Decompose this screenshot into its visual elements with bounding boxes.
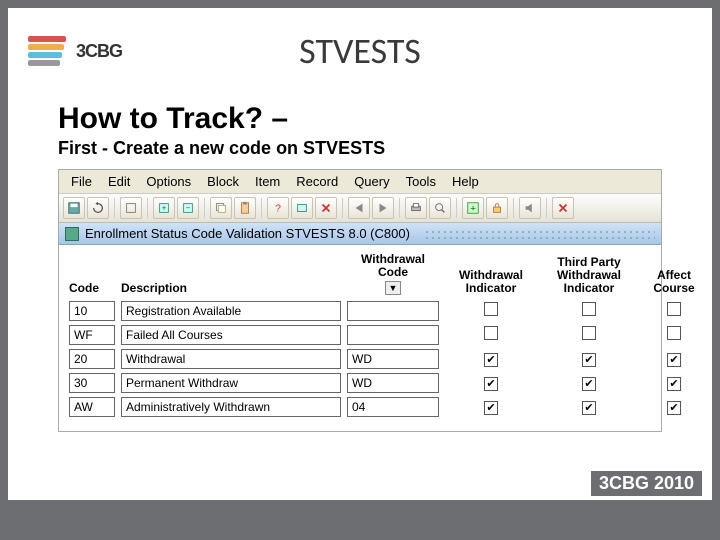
table-row [69, 301, 651, 321]
svg-text:+: + [162, 204, 167, 213]
toolbar: + − ? + [59, 194, 661, 223]
affect-course-checkbox[interactable] [667, 401, 681, 415]
svg-text:?: ? [275, 203, 281, 215]
previous-record-icon[interactable] [348, 197, 370, 219]
save-icon[interactable] [63, 197, 85, 219]
menu-query[interactable]: Query [348, 172, 395, 191]
description-field[interactable] [121, 325, 341, 345]
menu-record[interactable]: Record [290, 172, 344, 191]
lock-icon[interactable] [486, 197, 508, 219]
table-row [69, 373, 651, 393]
grid-area: Code Description Withdrawal Code ▼ Withd… [59, 245, 661, 431]
next-record-icon[interactable] [372, 197, 394, 219]
withdrawal-indicator-checkbox[interactable] [484, 377, 498, 391]
logo: 3CBG [28, 30, 122, 72]
speaker-icon[interactable] [519, 197, 541, 219]
withdrawal-indicator-checkbox[interactable] [484, 353, 498, 367]
exit-icon[interactable] [552, 197, 574, 219]
col-third-party-withdrawal-indicator: Third Party Withdrawal Indicator [543, 256, 635, 296]
table-row [69, 349, 651, 369]
code-field[interactable] [69, 397, 115, 417]
code-field[interactable] [69, 373, 115, 393]
third-party-withdrawal-indicator-checkbox[interactable] [582, 326, 596, 340]
subheading: First - Create a new code on STVESTS [58, 138, 662, 159]
withdrawal-indicator-checkbox[interactable] [484, 326, 498, 340]
col-withdrawal-indicator: Withdrawal Indicator [445, 269, 537, 295]
caption-decor [424, 229, 655, 239]
copy-icon[interactable] [210, 197, 232, 219]
description-field[interactable] [121, 373, 341, 393]
table-row [69, 397, 651, 417]
third-party-withdrawal-indicator-checkbox[interactable] [582, 353, 596, 367]
svg-text:−: − [186, 204, 191, 213]
col-withdrawal-code: Withdrawal Code [347, 253, 439, 279]
menubar: File Edit Options Block Item Record Quer… [59, 170, 661, 194]
app-window: File Edit Options Block Item Record Quer… [58, 169, 662, 432]
withdrawal-indicator-checkbox[interactable] [484, 401, 498, 415]
window-caption-text: Enrollment Status Code Validation STVEST… [85, 226, 410, 241]
table-row [69, 325, 651, 345]
menu-file[interactable]: File [65, 172, 98, 191]
print-icon[interactable] [405, 197, 427, 219]
affect-course-checkbox[interactable] [667, 353, 681, 367]
select-icon[interactable] [120, 197, 142, 219]
withdrawal-indicator-checkbox[interactable] [484, 302, 498, 316]
menu-edit[interactable]: Edit [102, 172, 136, 191]
zoom-icon[interactable] [429, 197, 451, 219]
logo-flag-icon [28, 30, 70, 72]
insert-record-icon[interactable]: + [153, 197, 175, 219]
rollback-icon[interactable] [87, 197, 109, 219]
description-field[interactable] [121, 301, 341, 321]
withdrawal-code-field[interactable] [347, 397, 439, 417]
footer-brand: 3CBG 2010 [591, 471, 702, 496]
affect-course-checkbox[interactable] [667, 377, 681, 391]
withdrawal-code-dropdown[interactable]: ▼ [385, 281, 401, 295]
cancel-query-icon[interactable] [315, 197, 337, 219]
affect-course-checkbox[interactable] [667, 302, 681, 316]
third-party-withdrawal-indicator-checkbox[interactable] [582, 302, 596, 316]
description-field[interactable] [121, 397, 341, 417]
col-affect-course: Affect Course [641, 269, 707, 295]
withdrawal-code-field[interactable] [347, 349, 439, 369]
menu-help[interactable]: Help [446, 172, 485, 191]
title-band: 3CBG STVESTS [8, 8, 712, 94]
window-caption: Enrollment Status Code Validation STVEST… [59, 223, 661, 245]
withdrawal-code-field[interactable] [347, 373, 439, 393]
affect-course-checkbox[interactable] [667, 326, 681, 340]
menu-block[interactable]: Block [201, 172, 245, 191]
paste-icon[interactable] [234, 197, 256, 219]
menu-options[interactable]: Options [140, 172, 197, 191]
description-field[interactable] [121, 349, 341, 369]
add-button-icon[interactable]: + [462, 197, 484, 219]
third-party-withdrawal-indicator-checkbox[interactable] [582, 401, 596, 415]
third-party-withdrawal-indicator-checkbox[interactable] [582, 377, 596, 391]
code-field[interactable] [69, 301, 115, 321]
code-field[interactable] [69, 325, 115, 345]
form-icon [65, 227, 79, 241]
remove-record-icon[interactable]: − [177, 197, 199, 219]
col-description: Description [121, 282, 341, 295]
menu-item[interactable]: Item [249, 172, 286, 191]
withdrawal-code-field[interactable] [347, 325, 439, 345]
withdrawal-code-field[interactable] [347, 301, 439, 321]
logo-text: 3CBG [76, 41, 122, 62]
menu-tools[interactable]: Tools [400, 172, 442, 191]
col-code: Code [69, 282, 115, 295]
svg-text:+: + [470, 204, 476, 215]
code-field[interactable] [69, 349, 115, 369]
page-title: STVESTS [299, 29, 421, 73]
heading: How to Track? – [58, 102, 662, 136]
enter-query-icon[interactable]: ? [267, 197, 289, 219]
execute-query-icon[interactable] [291, 197, 313, 219]
